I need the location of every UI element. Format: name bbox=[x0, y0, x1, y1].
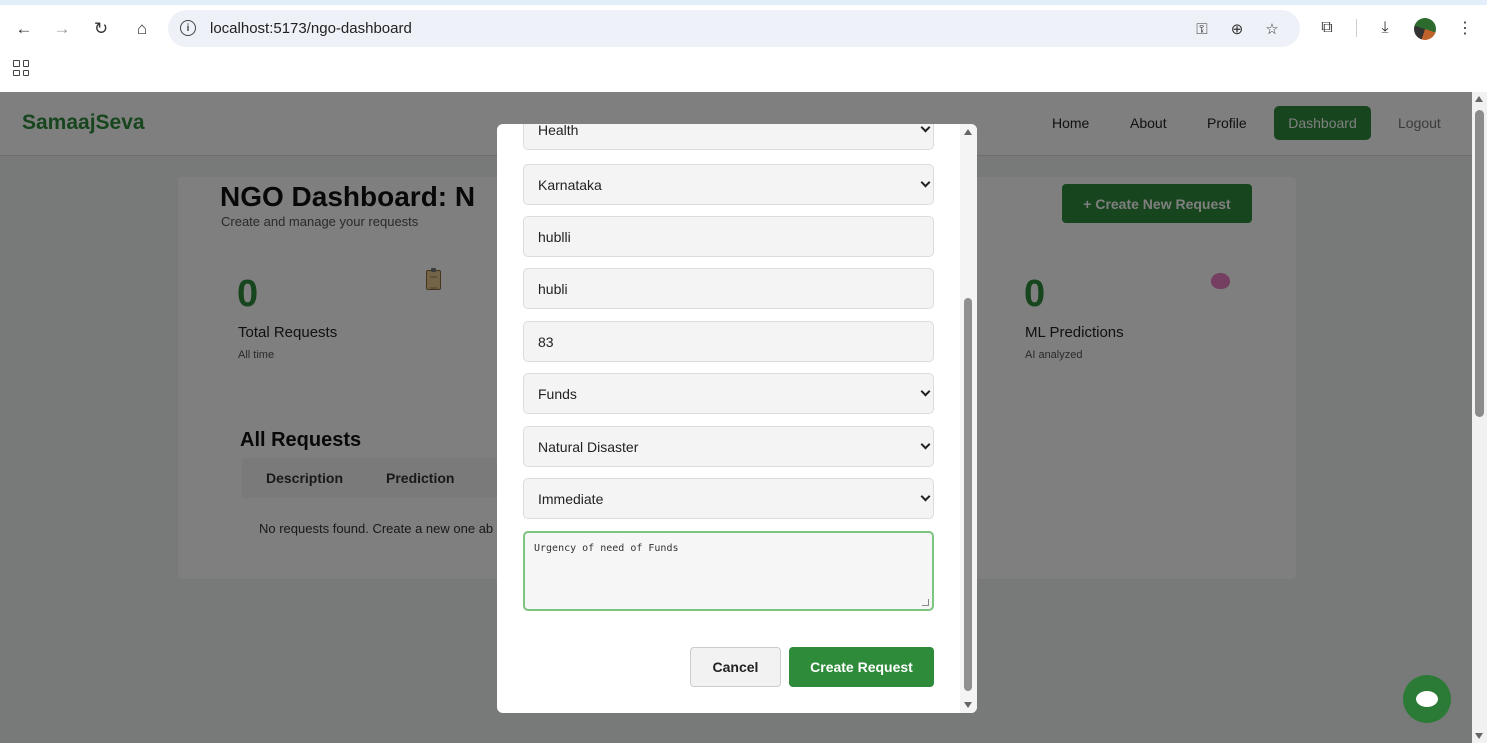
chevron-down-icon bbox=[920, 386, 931, 397]
resource-type-select[interactable]: Funds bbox=[523, 373, 934, 414]
description-textarea[interactable]: Urgency of need of Funds bbox=[523, 531, 934, 611]
chat-bubble-icon[interactable] bbox=[1403, 675, 1451, 723]
district-input[interactable]: hublli bbox=[523, 216, 934, 257]
cancel-button[interactable]: Cancel bbox=[690, 647, 781, 687]
menu-kebab-icon[interactable]: ⋮ bbox=[1454, 17, 1476, 39]
modal-scrollbar[interactable] bbox=[960, 124, 977, 713]
back-arrow-icon[interactable]: ← bbox=[13, 17, 35, 39]
scroll-up-arrow-icon[interactable] bbox=[1475, 96, 1483, 102]
url-text[interactable]: localhost:5173/ngo-dashboard bbox=[210, 20, 412, 37]
urgency-value: Immediate bbox=[538, 490, 604, 507]
city-input[interactable]: hubli bbox=[523, 268, 934, 309]
scroll-down-arrow-icon[interactable] bbox=[964, 702, 972, 708]
scroll-up-arrow-icon[interactable] bbox=[964, 129, 972, 135]
page-scrollbar[interactable] bbox=[1472, 92, 1487, 743]
district-value: hublli bbox=[538, 228, 571, 245]
page-scrollbar-thumb[interactable] bbox=[1475, 110, 1484, 417]
category-select[interactable]: Health bbox=[523, 124, 934, 150]
cause-select[interactable]: Natural Disaster bbox=[523, 426, 934, 467]
modal-scrollbar-thumb[interactable] bbox=[964, 298, 972, 691]
chevron-down-icon bbox=[920, 439, 931, 450]
profile-avatar[interactable] bbox=[1414, 18, 1436, 40]
city-value: hubli bbox=[538, 280, 568, 297]
state-value: Karnataka bbox=[538, 176, 602, 193]
bookmark-star-icon[interactable]: ☆ bbox=[1262, 19, 1282, 39]
chevron-down-icon bbox=[920, 177, 931, 188]
create-request-button[interactable]: Create Request bbox=[789, 647, 934, 687]
create-request-modal: Health Karnataka hublli hubli 83 Funds N… bbox=[497, 124, 977, 713]
page: SamaajSeva Home About Profile Dashboard … bbox=[0, 92, 1487, 743]
category-value: Health bbox=[538, 124, 579, 138]
zoom-icon[interactable]: ⊕ bbox=[1227, 19, 1247, 39]
tab-strip-edge bbox=[0, 0, 1487, 5]
key-icon[interactable]: ⚿ bbox=[1192, 19, 1212, 39]
state-select[interactable]: Karnataka bbox=[523, 164, 934, 205]
urgency-select[interactable]: Immediate bbox=[523, 478, 934, 519]
browser-chrome: ← → ↻ ⌂ i localhost:5173/ngo-dashboard ⚿… bbox=[0, 0, 1487, 92]
quantity-input[interactable]: 83 bbox=[523, 321, 934, 362]
home-icon[interactable]: ⌂ bbox=[131, 17, 153, 39]
site-info-icon[interactable]: i bbox=[180, 20, 196, 36]
chevron-down-icon bbox=[920, 491, 931, 502]
extensions-icon[interactable]: ⧉ bbox=[1316, 17, 1338, 39]
address-bar[interactable]: i localhost:5173/ngo-dashboard ⚿ ⊕ ☆ bbox=[168, 10, 1300, 47]
forward-arrow-icon[interactable]: → bbox=[51, 17, 73, 39]
toolbar-separator bbox=[1356, 19, 1357, 37]
resource-type-value: Funds bbox=[538, 385, 577, 402]
scroll-down-arrow-icon[interactable] bbox=[1475, 733, 1483, 739]
cause-value: Natural Disaster bbox=[538, 438, 639, 455]
chevron-down-icon bbox=[920, 124, 931, 133]
download-icon[interactable]: ⤓ bbox=[1374, 17, 1396, 39]
apps-grid-icon[interactable] bbox=[13, 60, 29, 76]
reload-icon[interactable]: ↻ bbox=[90, 17, 112, 39]
quantity-value: 83 bbox=[538, 333, 554, 350]
